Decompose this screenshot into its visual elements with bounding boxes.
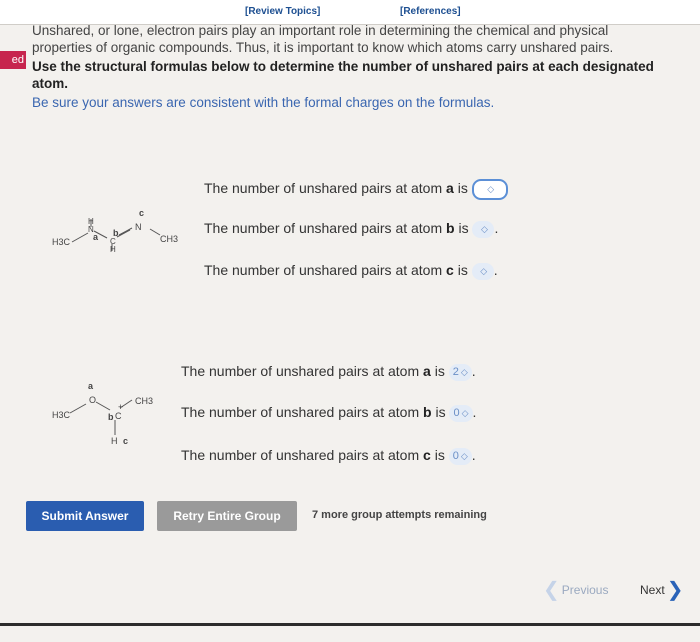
stepper-icon: ◇ [481, 223, 488, 234]
submit-answer-button[interactable]: Submit Answer [26, 501, 144, 531]
group2-answer-c-select[interactable]: 0 ◇ [448, 447, 472, 465]
atom-label: b [446, 220, 455, 236]
answer-value: 0 [453, 406, 460, 419]
period: . [471, 447, 476, 463]
period: . [472, 404, 477, 420]
bottom-divider [0, 623, 700, 626]
question-suffix: is [454, 220, 469, 236]
molecule-1-ch3: CH3 [160, 234, 179, 244]
question-suffix: is [431, 404, 446, 420]
molecule-2-c: C [115, 411, 122, 421]
molecule-2-h: H [111, 436, 118, 446]
intro-text: Unshared, or lone, electron pairs play a… [32, 22, 672, 111]
side-tab[interactable]: ed [0, 51, 26, 69]
group1-answer-b-select[interactable]: ◇ [472, 220, 495, 238]
previous-label: Previous [561, 583, 609, 597]
molecule-2-label-a: a [88, 381, 94, 391]
question-suffix: is [453, 262, 468, 278]
answer-value: 2 [452, 365, 459, 378]
question-text: The number of unshared pairs at atom [181, 404, 424, 420]
stepper-icon: ◇ [460, 366, 468, 377]
molecule-2-ch3: CH3 [135, 396, 154, 406]
question-text: The number of unshared pairs at atom [204, 220, 447, 236]
stepper-icon: ◇ [461, 407, 469, 418]
next-button[interactable]: Next ❯ [640, 579, 684, 601]
review-topics-link[interactable]: [Review Topics] [245, 6, 320, 17]
period: . [493, 262, 498, 278]
group2-question-a: The number of unshared pairs at atom a i… [181, 363, 476, 381]
period: . [471, 363, 476, 379]
stepper-icon: ◇ [480, 265, 488, 276]
group1-question-c: The number of unshared pairs at atom c i… [204, 262, 498, 280]
molecule-1-h3c: H3C [52, 237, 71, 247]
group1-answer-a-select[interactable]: ◇ [471, 179, 508, 200]
group2-question-c: The number of unshared pairs at atom c i… [181, 447, 476, 465]
intro-paragraph: Unshared, or lone, electron pairs play a… [32, 23, 614, 55]
question-suffix: is [430, 363, 445, 379]
atom-label: a [423, 363, 431, 379]
period: . [494, 220, 499, 236]
molecule-2-h3c: H3C [52, 410, 71, 420]
question-suffix: is [430, 447, 445, 463]
group1-answer-c-select[interactable]: ◇ [471, 262, 494, 280]
group2-answer-a-select[interactable]: 2 ◇ [448, 363, 472, 381]
chevron-left-icon: ❮ [543, 579, 560, 601]
instruction-text: Use the structural formulas below to det… [32, 59, 654, 91]
molecule-1-ch: CH [110, 237, 116, 254]
molecule-2-label-c: c [123, 436, 129, 446]
question-text: The number of unshared pairs at atom [204, 180, 447, 197]
chevron-right-icon: ❯ [666, 579, 684, 601]
atom-label: a [446, 180, 454, 197]
group2-question-b: The number of unshared pairs at atom b i… [181, 404, 476, 422]
atom-label: c [423, 447, 431, 463]
question-text: The number of unshared pairs at atom [181, 363, 424, 379]
molecule-2-o: O [89, 395, 97, 405]
molecule-2-label-b: b [108, 412, 114, 422]
atom-label: c [446, 262, 454, 278]
previous-button[interactable]: ❮ Previous [543, 579, 609, 601]
retry-entire-group-button[interactable]: Retry Entire Group [157, 501, 297, 531]
formal-charge-note: Be sure your answers are consistent with… [32, 95, 495, 110]
stepper-icon: ◇ [487, 184, 495, 194]
stepper-icon: ◇ [460, 450, 468, 461]
atom-label: b [423, 404, 432, 420]
next-label: Next [640, 583, 665, 597]
question-suffix: is [453, 180, 468, 197]
references-link[interactable]: [References] [400, 6, 461, 17]
question-text: The number of unshared pairs at atom [181, 447, 424, 463]
molecule-1-label-a: a [93, 232, 99, 242]
attempts-remaining-text: 7 more group attempts remaining [312, 509, 487, 521]
molecule-1-label-c: c [139, 208, 145, 218]
group1-question-a: The number of unshared pairs at atom a i… [204, 179, 508, 200]
molecule-1-n: N [135, 222, 142, 232]
group1-question-b: The number of unshared pairs at atom b i… [204, 220, 498, 238]
answer-value: 0 [452, 449, 459, 462]
question-text: The number of unshared pairs at atom [204, 262, 447, 278]
group2-answer-b-select[interactable]: 0 ◇ [449, 404, 473, 422]
